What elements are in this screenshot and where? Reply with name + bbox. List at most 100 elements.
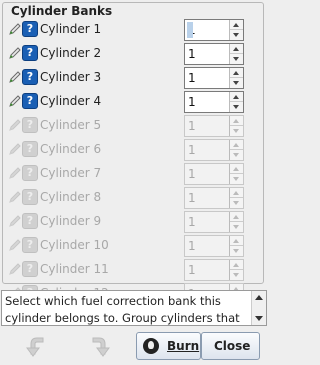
cylinder-row: ? Cylinder 4 1 <box>6 91 250 115</box>
edit-pencil-icon <box>9 167 21 179</box>
spinner-value: 1 <box>188 191 196 205</box>
spinner-value[interactable]: 1 <box>188 47 196 61</box>
spinner-value: 1 <box>188 239 196 253</box>
spinner-buttons <box>229 68 243 88</box>
close-button[interactable]: Close <box>201 332 260 360</box>
help-icon[interactable]: ? <box>22 165 38 181</box>
cylinder-row: ? Cylinder 7 1 <box>6 163 250 187</box>
help-icon[interactable]: ? <box>22 117 38 133</box>
spinner-down-icon <box>230 198 243 208</box>
burn-button[interactable]: Burn <box>136 332 201 360</box>
spinner-value: 1 <box>188 215 196 229</box>
spinner-value[interactable]: 1 <box>188 71 196 85</box>
spinner-up-icon[interactable] <box>230 44 243 54</box>
spinner-buttons <box>229 116 243 136</box>
bank-spinner: 1 <box>184 235 244 257</box>
spinner-down-icon <box>230 174 243 184</box>
edit-pencil-icon <box>9 119 21 131</box>
cylinder-row: ? Cylinder 10 1 <box>6 235 250 259</box>
burn-label: Burn <box>167 339 200 353</box>
spinner-down-icon[interactable] <box>230 102 243 112</box>
spinner-buttons <box>229 212 243 232</box>
group-title: Cylinder Banks <box>9 4 115 18</box>
spinner-value: 1 <box>188 143 196 157</box>
spinner-down-icon <box>230 270 243 280</box>
bank-spinner[interactable]: 1 <box>184 43 244 65</box>
spinner-buttons <box>229 44 243 64</box>
edit-pencil-icon <box>9 23 21 35</box>
undo-arrow-icon[interactable] <box>22 332 50 360</box>
help-icon[interactable]: ? <box>22 93 38 109</box>
spinner-up-icon <box>230 140 243 150</box>
spinner-down-icon <box>230 150 243 160</box>
spinner-up-icon <box>230 236 243 246</box>
cylinder-label: Cylinder 3 <box>40 70 102 84</box>
help-scrollbar[interactable] <box>251 291 266 325</box>
help-icon[interactable]: ? <box>22 69 38 85</box>
cylinder-label: Cylinder 9 <box>40 214 102 228</box>
spinner-buttons <box>229 140 243 160</box>
help-text-box[interactable]: Select which fuel correction bank this c… <box>1 290 267 326</box>
help-icon[interactable]: ? <box>22 213 38 229</box>
close-label: Close <box>214 339 251 353</box>
cylinder-row: ? Cylinder 2 1 <box>6 43 250 67</box>
spinner-down-icon[interactable] <box>230 78 243 88</box>
cylinder-row: ? Cylinder 1 1 <box>6 19 250 43</box>
redo-arrow-icon[interactable] <box>86 332 114 360</box>
bank-spinner: 1 <box>184 187 244 209</box>
bank-spinner: 1 <box>184 211 244 233</box>
spinner-value: 1 <box>188 119 196 133</box>
spinner-up-icon <box>230 212 243 222</box>
spinner-up-icon <box>230 164 243 174</box>
spinner-buttons <box>229 92 243 112</box>
bank-spinner[interactable]: 1 <box>184 19 244 41</box>
cylinder-row: ? Cylinder 8 1 <box>6 187 250 211</box>
spinner-down-icon <box>230 126 243 136</box>
spinner-down-icon[interactable] <box>230 54 243 64</box>
spinner-up-icon <box>230 188 243 198</box>
help-icon[interactable]: ? <box>22 261 38 277</box>
help-text: Select which fuel correction bank this c… <box>5 294 240 325</box>
scroll-up-icon[interactable] <box>255 295 263 300</box>
help-icon[interactable]: ? <box>22 21 38 37</box>
help-icon[interactable]: ? <box>22 189 38 205</box>
spinner-up-icon <box>230 260 243 270</box>
edit-pencil-icon <box>9 47 21 59</box>
bank-spinner[interactable]: 1 <box>184 91 244 113</box>
help-icon[interactable]: ? <box>22 45 38 61</box>
burn-flame-icon <box>143 338 159 354</box>
help-icon[interactable]: ? <box>22 237 38 253</box>
edit-pencil-icon <box>9 263 21 275</box>
spinner-up-icon[interactable] <box>230 92 243 102</box>
edit-pencil-icon <box>9 95 21 107</box>
cylinder-row: ? Cylinder 11 1 <box>6 259 250 283</box>
cylinder-row: ? Cylinder 9 1 <box>6 211 250 235</box>
bank-spinner[interactable]: 1 <box>184 67 244 89</box>
cylinder-label: Cylinder 11 <box>40 262 109 276</box>
spinner-up-icon <box>230 116 243 126</box>
spinner-value[interactable]: 1 <box>188 95 196 109</box>
cylinder-row: ? Cylinder 6 1 <box>6 139 250 163</box>
bank-spinner: 1 <box>184 259 244 281</box>
spinner-buttons <box>229 236 243 256</box>
spinner-up-icon[interactable] <box>230 68 243 78</box>
spinner-buttons <box>229 164 243 184</box>
cylinder-label: Cylinder 2 <box>40 46 102 60</box>
cylinder-label: Cylinder 4 <box>40 94 102 108</box>
scroll-down-icon[interactable] <box>255 316 263 321</box>
edit-pencil-icon <box>9 239 21 251</box>
spinner-value: 1 <box>188 263 196 277</box>
spinner-buttons <box>229 20 243 40</box>
bank-spinner: 1 <box>184 115 244 137</box>
cylinder-label: Cylinder 6 <box>40 142 102 156</box>
spinner-value: 1 <box>188 167 196 181</box>
help-icon[interactable]: ? <box>22 141 38 157</box>
spinner-buttons <box>229 260 243 280</box>
spinner-up-icon[interactable] <box>230 20 243 30</box>
bottom-toolbar: Burn Close <box>0 328 268 365</box>
edit-pencil-icon <box>9 215 21 227</box>
edit-pencil-icon <box>9 71 21 83</box>
spinner-value[interactable]: 1 <box>187 22 196 38</box>
spinner-down-icon[interactable] <box>230 30 243 40</box>
bank-spinner: 1 <box>184 163 244 185</box>
